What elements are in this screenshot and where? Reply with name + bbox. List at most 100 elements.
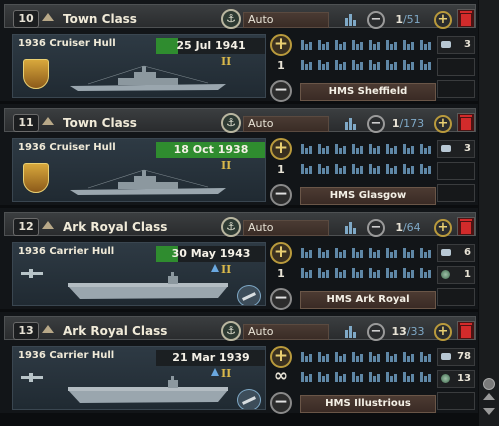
ship-panel[interactable]: 1936 Cruiser Hull 18 Oct 1938 II: [12, 138, 266, 202]
dockyard-slot: [317, 350, 331, 362]
dockyard-slot: [300, 58, 314, 70]
dockyard-icon: [345, 118, 359, 130]
triangle-up-icon[interactable]: [42, 117, 54, 125]
dockyard-count: 1/64: [385, 221, 431, 234]
decrease-amount-button[interactable]: −: [270, 392, 292, 414]
dockyard-count: 1/51: [385, 13, 431, 26]
dockyard-slot: [351, 350, 365, 362]
production-mode-dropdown[interactable]: Auto: [243, 116, 329, 132]
scrollbar[interactable]: [479, 0, 499, 426]
assigned-dockyards: 13: [391, 325, 407, 338]
scroll-up-icon[interactable]: [483, 393, 495, 400]
ship-name[interactable]: HMS Illustrious: [300, 395, 436, 413]
ship-panel[interactable]: 1936 Cruiser Hull 25 Jul 1941 II: [12, 34, 266, 98]
resource-slot-empty: [437, 392, 475, 410]
anchor-icon[interactable]: ⚓: [221, 321, 241, 341]
increase-dockyards-button[interactable]: +: [434, 11, 452, 29]
dockyard-slot: [402, 162, 416, 174]
completion-date: 21 Mar 1939: [156, 350, 265, 366]
trash-icon[interactable]: [457, 113, 475, 132]
dockyard-slot: [385, 38, 399, 50]
dockyard-icon: [345, 14, 359, 26]
triangle-up-icon[interactable]: [42, 13, 54, 21]
dockyard-slot: [317, 246, 331, 258]
dockyard-slot: [419, 350, 433, 362]
dockyard-slot: [385, 162, 399, 174]
dockyard-slot: [351, 38, 365, 50]
production-item: 13 Ark Royal Class ⚓ Auto − 13/33 + 1936…: [0, 312, 478, 414]
carrier-wing-icon[interactable]: [237, 285, 261, 305]
assigned-dockyards: 1: [395, 221, 403, 234]
increase-amount-button[interactable]: +: [270, 138, 292, 160]
anchor-icon[interactable]: ⚓: [221, 113, 241, 133]
decrease-amount-button[interactable]: −: [270, 80, 292, 102]
increase-dockyards-button[interactable]: +: [434, 219, 452, 237]
dockyard-slot: [317, 58, 331, 70]
scroll-knob[interactable]: [483, 378, 495, 390]
anchor-icon[interactable]: ⚓: [221, 9, 241, 29]
dockyard-slot: [351, 266, 365, 278]
trash-icon[interactable]: [457, 217, 475, 236]
increase-amount-button[interactable]: +: [270, 242, 292, 264]
decrease-dockyards-button[interactable]: −: [367, 219, 385, 237]
decrease-amount-button[interactable]: −: [270, 288, 292, 310]
shield-badge-icon: [23, 59, 49, 89]
steel-icon: [441, 145, 451, 152]
triangle-up-icon[interactable]: [42, 325, 54, 333]
dockyard-slot: [368, 38, 382, 50]
dockyard-slot: [419, 38, 433, 50]
production-item-header: 13 Ark Royal Class ⚓ Auto − 13/33 +: [4, 316, 476, 341]
decrease-amount-button[interactable]: −: [270, 184, 292, 206]
production-mode-dropdown[interactable]: Auto: [243, 324, 329, 340]
dockyard-slot-grid: [300, 348, 436, 384]
carrier-silhouette-icon: [68, 376, 228, 403]
dockyard-slot: [402, 266, 416, 278]
decrease-dockyards-button[interactable]: −: [367, 11, 385, 29]
production-item: 11 Town Class ⚓ Auto − 1/173 + 1936 Crui…: [0, 104, 478, 206]
trash-icon[interactable]: [457, 9, 475, 28]
increase-amount-button[interactable]: +: [270, 346, 292, 368]
ship-name[interactable]: HMS Sheffield: [300, 83, 436, 101]
anchor-icon[interactable]: ⚓: [221, 217, 241, 237]
dockyard-slot: [385, 266, 399, 278]
completion-date: 25 Jul 1941: [156, 38, 265, 54]
ship-panel[interactable]: 1936 Carrier Hull 21 Mar 1939 II: [12, 346, 266, 410]
dockyard-slot: [402, 350, 416, 362]
resource-slot-empty: [437, 58, 475, 76]
dockyard-slot: [351, 246, 365, 258]
production-mode-dropdown[interactable]: Auto: [243, 220, 329, 236]
production-amount: 1: [277, 267, 285, 280]
queue-index: 11: [13, 114, 39, 132]
dockyard-icon: [345, 326, 359, 338]
queue-index: 13: [13, 322, 39, 340]
dockyard-slot: [402, 370, 416, 382]
increase-dockyards-button[interactable]: +: [434, 115, 452, 133]
decrease-dockyards-button[interactable]: −: [367, 323, 385, 341]
production-amount: ∞: [273, 366, 289, 386]
production-mode-dropdown[interactable]: Auto: [243, 12, 329, 28]
rank-up-icon: [211, 264, 219, 272]
increase-dockyards-button[interactable]: +: [434, 323, 452, 341]
dockyard-slot: [419, 58, 433, 70]
dockyard-slot: [317, 266, 331, 278]
ship-panel[interactable]: 1936 Carrier Hull 30 May 1943 II: [12, 242, 266, 306]
triangle-up-icon[interactable]: [42, 221, 54, 229]
decrease-dockyards-button[interactable]: −: [367, 115, 385, 133]
completion-date: 30 May 1943: [156, 246, 265, 262]
assigned-dockyards: 1: [395, 13, 403, 26]
resource-slot-empty: [437, 288, 475, 306]
dockyard-slot-grid: [300, 36, 436, 72]
max-dockyards: /33: [406, 325, 425, 338]
chromium-icon: [441, 270, 450, 279]
carrier-wing-icon[interactable]: [237, 389, 261, 409]
ship-name[interactable]: HMS Glasgow: [300, 187, 436, 205]
dockyard-slot: [351, 142, 365, 154]
dockyard-slot: [334, 162, 348, 174]
dockyard-slot: [334, 142, 348, 154]
ship-name[interactable]: HMS Ark Royal: [300, 291, 436, 309]
ship-class-name: Ark Royal Class: [63, 324, 168, 338]
cruiser-silhouette-icon: [70, 169, 226, 195]
scroll-down-icon[interactable]: [483, 408, 495, 415]
trash-icon[interactable]: [457, 321, 475, 340]
increase-amount-button[interactable]: +: [270, 34, 292, 56]
